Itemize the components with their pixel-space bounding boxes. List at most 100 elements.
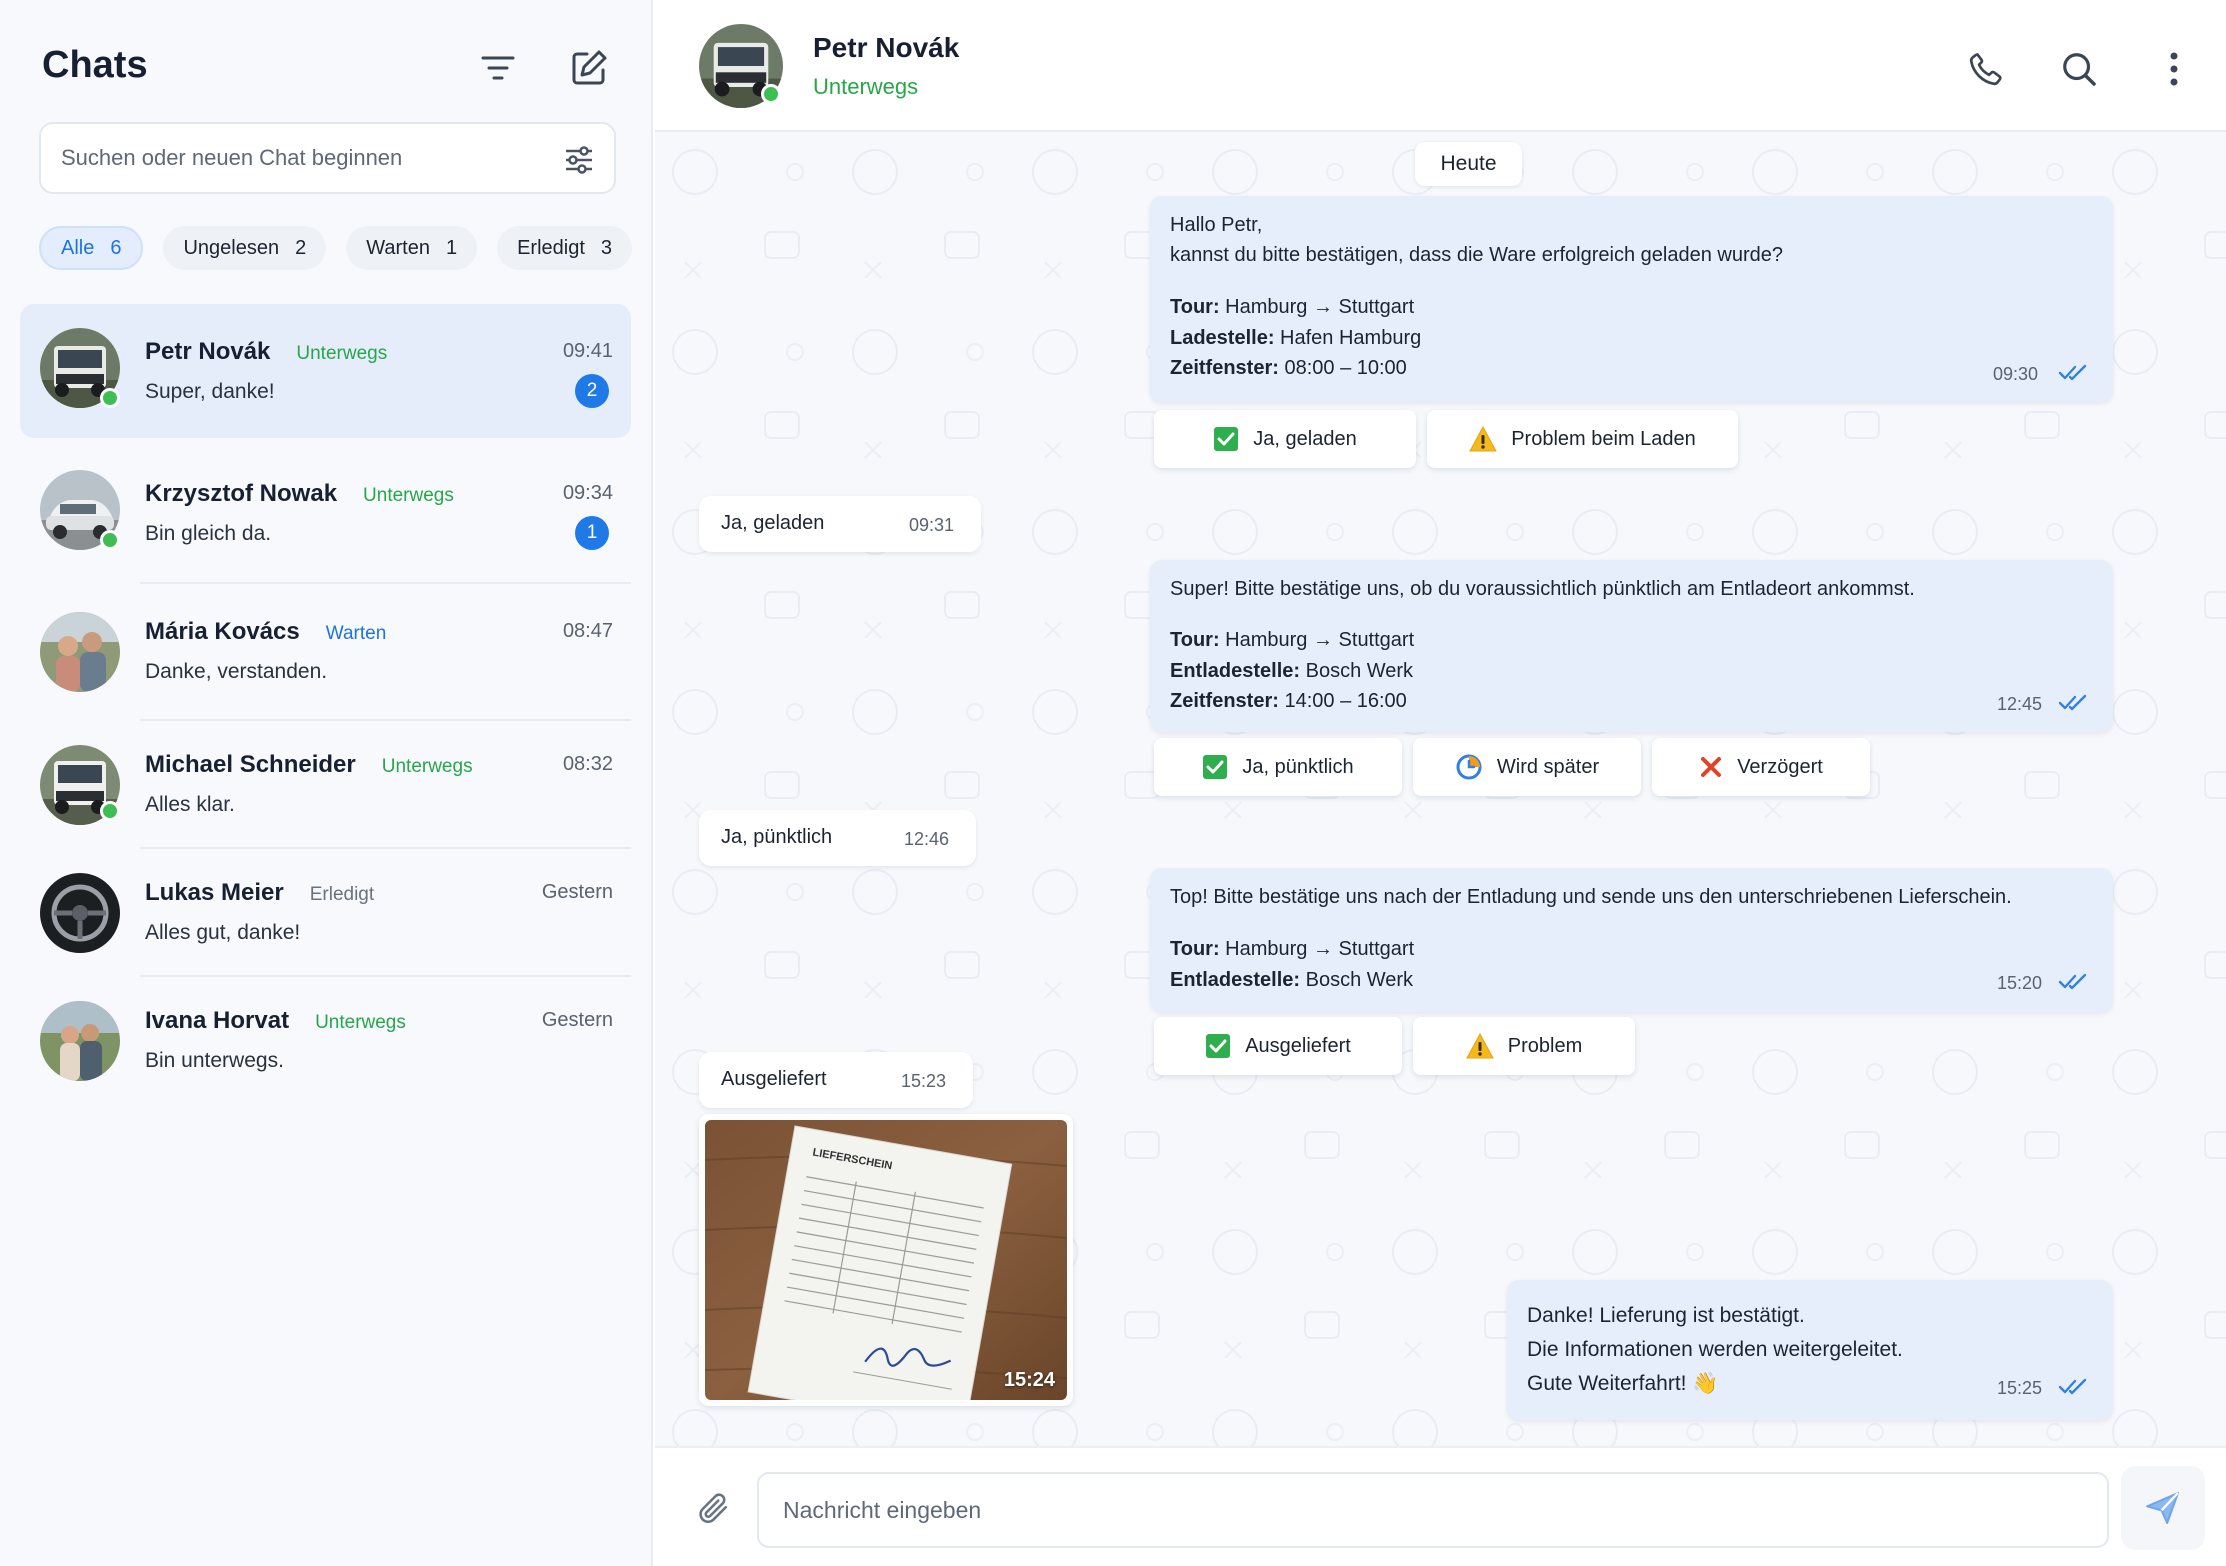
chat-list-item[interactable]: Ivana Horvat Unterwegs Gestern Bin unterw…: [20, 977, 631, 1101]
chat-name: Petr Novák: [145, 338, 271, 365]
chat-list-item[interactable]: Mária Kovács Warten 08:47 Danke, verstand…: [20, 584, 631, 721]
incoming-message: Ja, geladen 09:31: [699, 496, 981, 552]
filter-chip-ungelesen[interactable]: Ungelesen 2: [163, 226, 327, 270]
message-input[interactable]: [757, 1472, 2109, 1548]
chat-list-item[interactable]: Krzysztof Nowak Unterwegs 09:34 Bin gleic…: [20, 438, 631, 584]
outgoing-message: Super! Bitte bestätige uns, ob du voraus…: [1150, 560, 2113, 732]
call-button[interactable]: [1961, 44, 2011, 94]
chat-time: 08:47: [562, 620, 613, 642]
send-button[interactable]: [2121, 1466, 2205, 1550]
filter-button[interactable]: [474, 44, 522, 92]
outgoing-message: Top! Bitte bestätige uns nach der Entlad…: [1150, 868, 2113, 1012]
chat-list: Petr Novák Unterwegs 09:41 Super, danke! …: [20, 304, 631, 1101]
search-chat-button[interactable]: [2054, 44, 2104, 94]
incoming-message: Ja, pünktlich 12:46: [699, 810, 976, 866]
chat-preview: Super, danke!: [145, 380, 275, 403]
cross-icon: [1701, 757, 1722, 777]
quick-reply-button[interactable]: Ja, pünktlich: [1154, 738, 1402, 796]
chat-preview: Danke, verstanden.: [145, 660, 328, 683]
contact-status: Unterwegs: [813, 74, 919, 99]
search-input[interactable]: [61, 124, 541, 192]
read-receipt-icon: [2058, 973, 2087, 990]
chat-time: 08:32: [562, 753, 613, 775]
chat-name: Krzysztof Nowak: [145, 480, 338, 507]
more-options-button[interactable]: [2149, 44, 2199, 94]
check-box-icon: [1206, 1034, 1231, 1058]
incoming-message: Ausgeliefert 15:23: [699, 1052, 973, 1108]
message-time: 12:45: [1997, 694, 2043, 714]
message-time: 09:30: [1993, 364, 2039, 384]
chat-status: Unterwegs: [381, 756, 473, 777]
quick-reply-button[interactable]: Ja, geladen: [1154, 410, 1416, 468]
day-separator: Heute: [1415, 142, 1522, 186]
unread-badge: 1: [575, 516, 609, 550]
message-time: 15:20: [1997, 973, 2043, 993]
chat-preview: Bin unterwegs.: [145, 1049, 284, 1072]
filter-chip-warten[interactable]: Warten 1: [346, 226, 478, 270]
chat-sidebar: Chats Alle6 Ungelesen2 Warten1 Erledigt3…: [0, 0, 653, 1566]
chat-status: Warten: [325, 623, 387, 644]
outgoing-message: Hallo Petr, kannst du bitte bestätigen, …: [1150, 196, 2113, 402]
message-time: 15:23: [901, 1071, 947, 1091]
outgoing-message: Danke! Lieferung ist bestätigt. Die Info…: [1507, 1280, 2113, 1420]
chat-status: Erledigt: [309, 884, 375, 905]
filter-icon: [481, 56, 515, 80]
more-vertical-icon: [2170, 52, 2178, 86]
message-time: 15:24: [1003, 1369, 1055, 1391]
chat-time: Gestern: [541, 881, 613, 903]
chat-name: Ivana Horvat: [145, 1007, 290, 1034]
search-options-button[interactable]: [561, 142, 597, 178]
chat-time: 09:41: [562, 340, 613, 362]
chat-status: Unterwegs: [315, 1012, 406, 1033]
compose-icon: [572, 50, 607, 85]
new-chat-button[interactable]: [565, 44, 613, 92]
online-indicator: [100, 801, 120, 821]
message-composer: [655, 1446, 2226, 1566]
chat-name: Michael Schneider: [145, 751, 356, 778]
read-receipt-icon: [2058, 1378, 2087, 1395]
sidebar-title: Chats: [42, 44, 148, 86]
chat-preview: Bin gleich da.: [145, 522, 272, 545]
message-time: 09:31: [909, 515, 955, 535]
chat-list-item[interactable]: Petr Novák Unterwegs 09:41 Super, danke! …: [20, 304, 631, 438]
chat-preview: Alles klar.: [145, 793, 235, 816]
chat-status: Unterwegs: [296, 343, 388, 364]
online-indicator: [100, 388, 120, 408]
message-time: 12:46: [904, 829, 950, 849]
warning-icon: [1465, 1033, 1494, 1059]
phone-icon: [1969, 53, 2002, 86]
quick-reply-button[interactable]: Ausgeliefert: [1154, 1017, 1402, 1075]
avatar: [40, 873, 120, 953]
check-box-icon: [1203, 755, 1228, 779]
warning-icon: [1469, 426, 1498, 452]
contact-name: Petr Novák: [813, 32, 960, 63]
chat-name: Mária Kovács: [145, 618, 300, 645]
attach-button[interactable]: [689, 1484, 737, 1532]
read-receipt-icon: [2058, 694, 2087, 711]
online-indicator: [100, 530, 120, 550]
chat-list-item[interactable]: Lukas Meier Erledigt Gestern Alles gut, d…: [20, 849, 631, 977]
filter-chip-erledigt[interactable]: Erledigt 3: [497, 226, 633, 270]
paperclip-icon: [699, 1493, 728, 1524]
chat-list-item[interactable]: Michael Schneider Unterwegs 08:32 Alles k…: [20, 721, 631, 849]
chat-time: Gestern: [541, 1009, 613, 1031]
search-box: [39, 122, 616, 194]
send-icon: [2146, 1492, 2179, 1524]
quick-reply-button[interactable]: Wird später: [1413, 738, 1641, 796]
delivery-note-photo: LIEFERSCHEIN: [705, 1120, 1067, 1400]
chat-status: Unterwegs: [363, 485, 454, 506]
online-indicator: [761, 84, 781, 104]
quick-reply-button[interactable]: Problem: [1413, 1017, 1635, 1075]
avatar: [40, 1001, 120, 1081]
unread-badge: 2: [575, 374, 609, 408]
check-box-icon: [1214, 427, 1239, 451]
image-message[interactable]: LIEFERSCHEIN 15:24: [699, 1114, 1073, 1406]
quick-reply-button[interactable]: Verzögert: [1652, 738, 1870, 796]
conversation-panel: Petr Novák Unterwegs Heute Hallo Petr, k…: [655, 0, 2226, 1566]
quick-reply-button[interactable]: Problem beim Laden: [1427, 410, 1738, 468]
filter-chips: Alle 6 Ungelesen 2 Warten 1 Erledigt 3: [39, 226, 633, 270]
chat-name: Lukas Meier: [145, 879, 284, 906]
filter-chip-alle[interactable]: Alle 6: [39, 226, 144, 270]
chat-preview: Alles gut, danke!: [145, 921, 301, 944]
avatar: [40, 612, 120, 692]
